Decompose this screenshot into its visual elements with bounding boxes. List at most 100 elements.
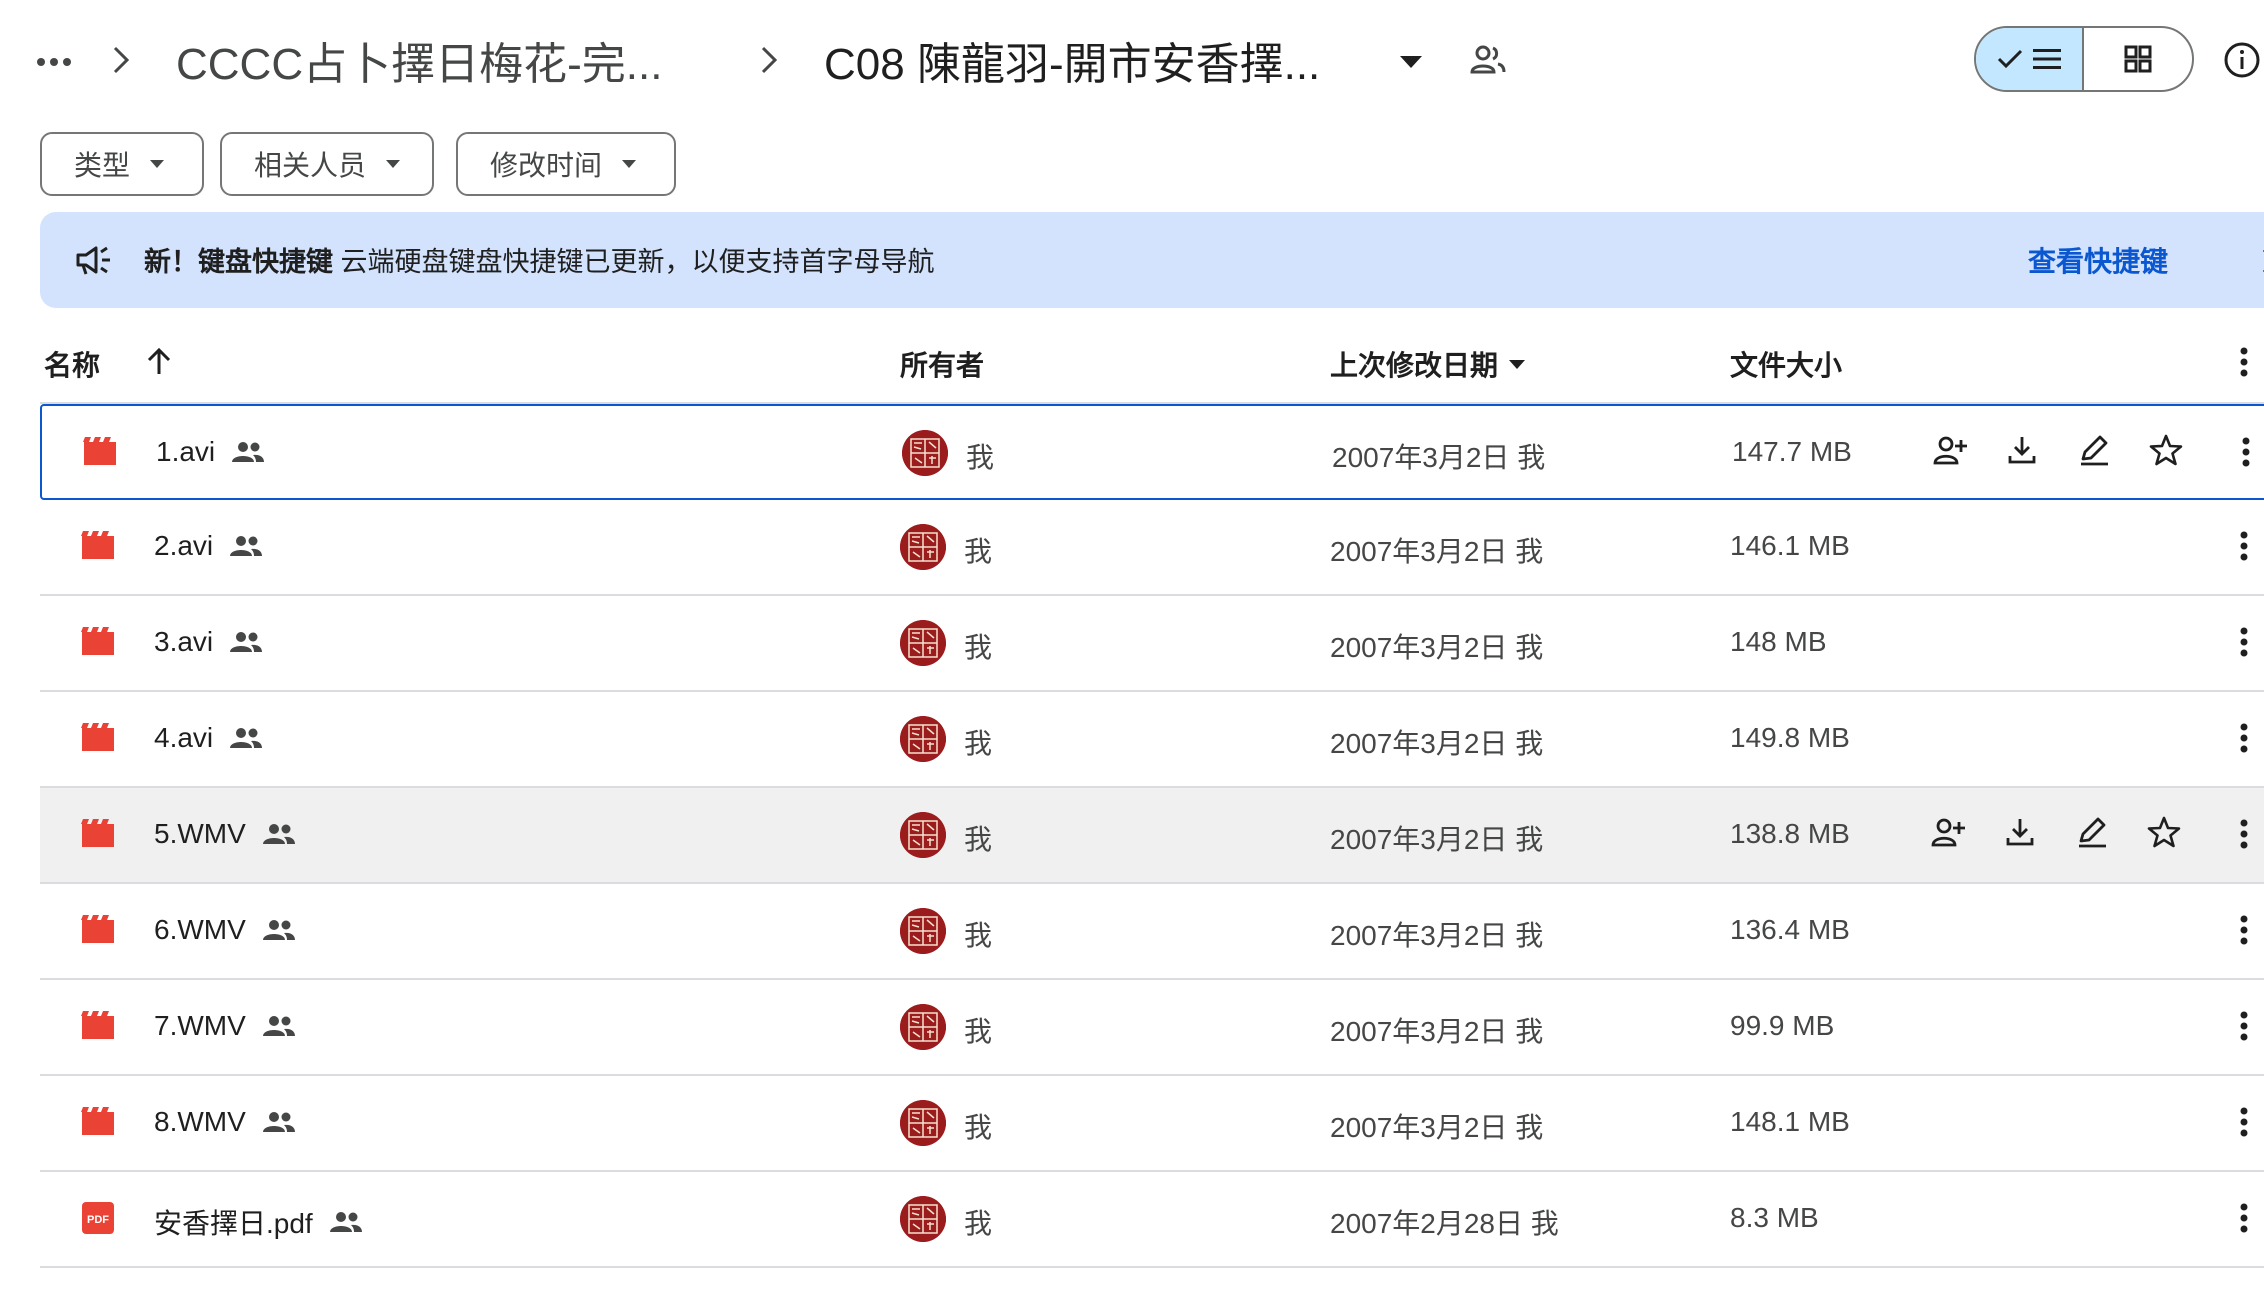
more-vert-icon[interactable]: [2224, 342, 2264, 382]
view-shortcuts-link[interactable]: 查看快捷键: [2028, 240, 2168, 280]
file-size: 136.4 MB: [1730, 914, 1850, 945]
file-size: 138.8 MB: [1730, 818, 1850, 849]
file-size: 146.1 MB: [1730, 530, 1850, 561]
video-file-icon: [80, 1104, 116, 1140]
file-name-cell: 1.avi: [156, 436, 265, 468]
file-row[interactable]: 4.avi 我 2007年3月2日 我 149.8 MB: [40, 692, 2264, 788]
shared-people-icon: [262, 824, 295, 844]
owner-avatar: [900, 908, 946, 954]
column-size[interactable]: 文件大小: [1730, 344, 1842, 384]
file-modified: 2007年3月2日 我: [1332, 442, 1546, 473]
filter-chip-label: 相关人员: [254, 150, 367, 181]
megaphone-icon: [74, 240, 114, 280]
file-owner: 我: [964, 728, 993, 759]
file-name-cell: 5.WMV: [154, 818, 296, 850]
banner-message: 新！键盘快捷键 云端硬盘键盘快捷键已更新，以便支持首字母导航: [144, 240, 935, 279]
video-file-icon: [82, 434, 118, 470]
file-owner: 我: [964, 536, 993, 567]
shortcut-banner: 新！键盘快捷键 云端硬盘键盘快捷键已更新，以便支持首字母导航 查看快捷键: [40, 212, 2264, 308]
video-file-icon: [80, 816, 116, 852]
file-modified: 2007年3月2日 我: [1330, 824, 1544, 855]
column-owner[interactable]: 所有者: [900, 344, 984, 384]
owner-avatar: [900, 1196, 946, 1242]
edit-pencil-icon[interactable]: [2074, 814, 2110, 850]
file-row[interactable]: PDF 安香擇日.pdf 我 2007年2月28日 我 8.3 MB: [40, 1172, 2264, 1268]
pdf-badge-label: PDF: [87, 1214, 109, 1226]
file-row[interactable]: 5.WMV 我 2007年3月2日 我 138.8 MB: [40, 788, 2264, 884]
list-view-button[interactable]: [1976, 28, 2085, 90]
shared-people-icon[interactable]: [1468, 40, 1508, 80]
grid-view-button[interactable]: [2084, 28, 2192, 90]
more-vert-icon[interactable]: [2224, 718, 2264, 758]
more-vert-icon[interactable]: [2224, 814, 2264, 854]
file-name: 3.avi: [154, 626, 214, 657]
more-vert-icon[interactable]: [2224, 910, 2264, 950]
file-modified: 2007年3月2日 我: [1330, 536, 1544, 567]
breadcrumb-current-folder[interactable]: C08 陳龍羽-開市安香擇...: [824, 28, 1364, 92]
chevron-right-icon: [106, 40, 136, 80]
file-name: 4.avi: [154, 722, 214, 753]
filter-chip-type[interactable]: 类型: [40, 132, 204, 196]
file-row[interactable]: 3.avi 我 2007年3月2日 我 148 MB: [40, 596, 2264, 692]
row-quick-actions: [1932, 432, 2184, 468]
video-file-icon: [80, 1008, 116, 1044]
star-icon[interactable]: [2148, 432, 2184, 468]
column-modified[interactable]: 上次修改日期: [1330, 344, 1526, 384]
file-owner: 我: [966, 442, 995, 473]
owner-avatar: [900, 812, 946, 858]
file-name-cell: 4.avi: [154, 722, 263, 754]
download-icon[interactable]: [2002, 814, 2038, 850]
edit-pencil-icon[interactable]: [2076, 432, 2112, 468]
star-icon[interactable]: [2146, 814, 2182, 850]
more-vert-icon[interactable]: [2224, 1102, 2264, 1142]
owner-avatar: [900, 1100, 946, 1146]
file-name-cell: 7.WMV: [154, 1010, 296, 1042]
file-row[interactable]: 2.avi 我 2007年3月2日 我 146.1 MB: [40, 500, 2264, 596]
filter-chip-label: 修改时间: [490, 150, 603, 181]
more-vert-icon[interactable]: [2224, 1198, 2264, 1238]
shared-people-icon: [232, 442, 265, 462]
file-name-cell: 2.avi: [154, 530, 263, 562]
drive-app: CCCC占卜擇日梅花-完... C08 陳龍羽-開市安香擇... 类型 相关人员…: [0, 0, 2264, 1308]
breadcrumb-parent-folder[interactable]: CCCC占卜擇日梅花-完...: [176, 28, 686, 92]
arrow-drop-down-icon[interactable]: [1396, 50, 1426, 74]
video-file-icon: [80, 528, 116, 564]
file-modified: 2007年3月2日 我: [1330, 920, 1544, 951]
banner-new-label: 新！键盘快捷键: [144, 247, 333, 277]
file-size: 8.3 MB: [1730, 1202, 1819, 1233]
file-name: 7.WMV: [154, 1010, 246, 1041]
file-row[interactable]: 7.WMV 我 2007年3月2日 我 99.9 MB: [40, 980, 2264, 1076]
file-size: 148.1 MB: [1730, 1106, 1850, 1137]
more-vert-icon[interactable]: [2224, 622, 2264, 662]
download-icon[interactable]: [2004, 432, 2040, 468]
arrow-upward-icon[interactable]: [144, 346, 174, 378]
breadcrumb-bar: CCCC占卜擇日梅花-完... C08 陳龍羽-開市安香擇...: [0, 0, 2264, 120]
arrow-drop-down-icon: [386, 160, 401, 168]
column-name[interactable]: 名称: [44, 344, 100, 384]
row-quick-actions: [1930, 814, 2182, 850]
shared-people-icon: [230, 728, 263, 748]
file-modified: 2007年2月28日 我: [1330, 1208, 1559, 1239]
more-horiz-icon[interactable]: [36, 38, 72, 86]
info-icon[interactable]: [2222, 40, 2262, 80]
file-modified: 2007年3月2日 我: [1330, 728, 1544, 759]
share-person-add-icon[interactable]: [1932, 432, 1968, 468]
file-row[interactable]: 8.WMV 我 2007年3月2日 我 148.1 MB: [40, 1076, 2264, 1172]
check-icon: [1997, 49, 2023, 69]
more-vert-icon[interactable]: [2226, 432, 2264, 472]
file-row[interactable]: 1.avi 我 2007年3月2日 我 147.7 MB: [40, 404, 2264, 500]
owner-avatar: [900, 620, 946, 666]
file-row[interactable]: 6.WMV 我 2007年3月2日 我 136.4 MB: [40, 884, 2264, 980]
pdf-file-icon: PDF: [80, 1200, 116, 1236]
file-name-cell: 6.WMV: [154, 914, 296, 946]
more-vert-icon[interactable]: [2224, 526, 2264, 566]
close-icon[interactable]: [2258, 244, 2264, 278]
filter-chip-modified[interactable]: 修改时间: [456, 132, 676, 196]
owner-avatar: [900, 1004, 946, 1050]
more-vert-icon[interactable]: [2224, 1006, 2264, 1046]
filter-chip-people[interactable]: 相关人员: [220, 132, 434, 196]
share-person-add-icon[interactable]: [1930, 814, 1966, 850]
file-owner: 我: [964, 824, 993, 855]
owner-avatar: [900, 524, 946, 570]
file-size: 147.7 MB: [1732, 436, 1852, 467]
